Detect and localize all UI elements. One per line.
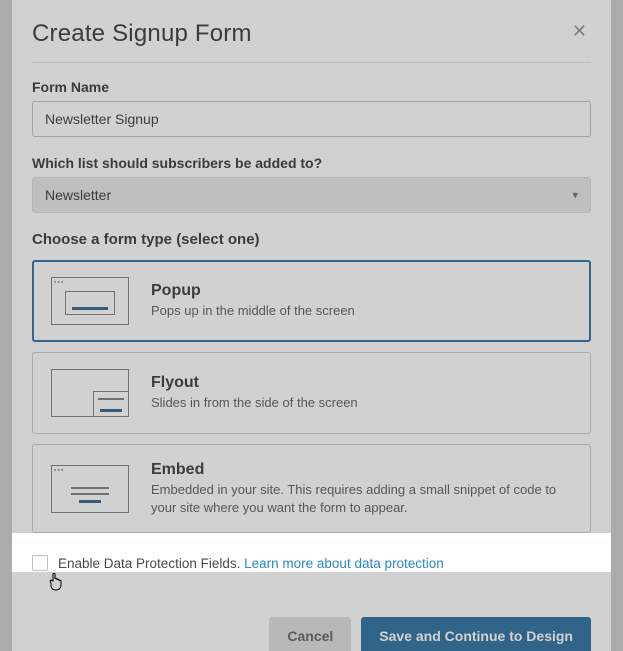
list-select-value: Newsletter: [45, 187, 111, 203]
modal-title: Create Signup Form: [32, 20, 252, 48]
data-protection-label: Enable Data Protection Fields.: [58, 556, 240, 571]
chevron-down-icon: ▾: [572, 189, 578, 202]
form-type-text: Embed Embedded in your site. This requir…: [151, 461, 572, 516]
form-type-desc: Embedded in your site. This requires add…: [151, 481, 572, 516]
form-type-option-flyout[interactable]: Flyout Slides in from the side of the sc…: [32, 352, 591, 434]
cancel-button[interactable]: Cancel: [269, 617, 351, 651]
form-name-label: Form Name: [32, 79, 591, 95]
form-type-title: Embed: [151, 461, 572, 479]
list-select-label: Which list should subscribers be added t…: [32, 155, 591, 171]
embed-thumbnail-icon: ●●●: [51, 465, 129, 513]
form-type-title: Popup: [151, 282, 572, 300]
close-icon[interactable]: ✕: [568, 20, 591, 42]
popup-thumbnail-icon: ●●●: [51, 277, 129, 325]
data-protection-link[interactable]: Learn more about data protection: [244, 556, 444, 571]
form-name-group: Form Name: [32, 79, 591, 137]
form-type-option-embed[interactable]: ●●● Embed Embedded in your site. This re…: [32, 444, 591, 533]
create-signup-form-modal: Create Signup Form ✕ Form Name Which lis…: [12, 0, 611, 651]
data-protection-row: Enable Data Protection Fields. Learn mor…: [12, 543, 611, 585]
form-name-input[interactable]: [32, 101, 591, 137]
form-type-text: Popup Pops up in the middle of the scree…: [151, 282, 572, 320]
list-select[interactable]: Newsletter ▾: [32, 177, 591, 213]
modal-footer: Cancel Save and Continue to Design: [32, 585, 591, 651]
form-type-text: Flyout Slides in from the side of the sc…: [151, 374, 572, 412]
list-select-group: Which list should subscribers be added t…: [32, 155, 591, 213]
form-type-desc: Pops up in the middle of the screen: [151, 302, 572, 320]
form-type-option-popup[interactable]: ●●● Popup Pops up in the middle of the s…: [32, 260, 591, 342]
data-protection-checkbox[interactable]: [32, 555, 48, 571]
form-type-heading: Choose a form type (select one): [32, 231, 591, 248]
form-type-title: Flyout: [151, 374, 572, 392]
save-continue-button[interactable]: Save and Continue to Design: [361, 617, 591, 651]
flyout-thumbnail-icon: [51, 369, 129, 417]
data-protection-text: Enable Data Protection Fields. Learn mor…: [58, 556, 444, 571]
form-type-desc: Slides in from the side of the screen: [151, 394, 572, 412]
modal-header: Create Signup Form ✕: [32, 20, 591, 63]
